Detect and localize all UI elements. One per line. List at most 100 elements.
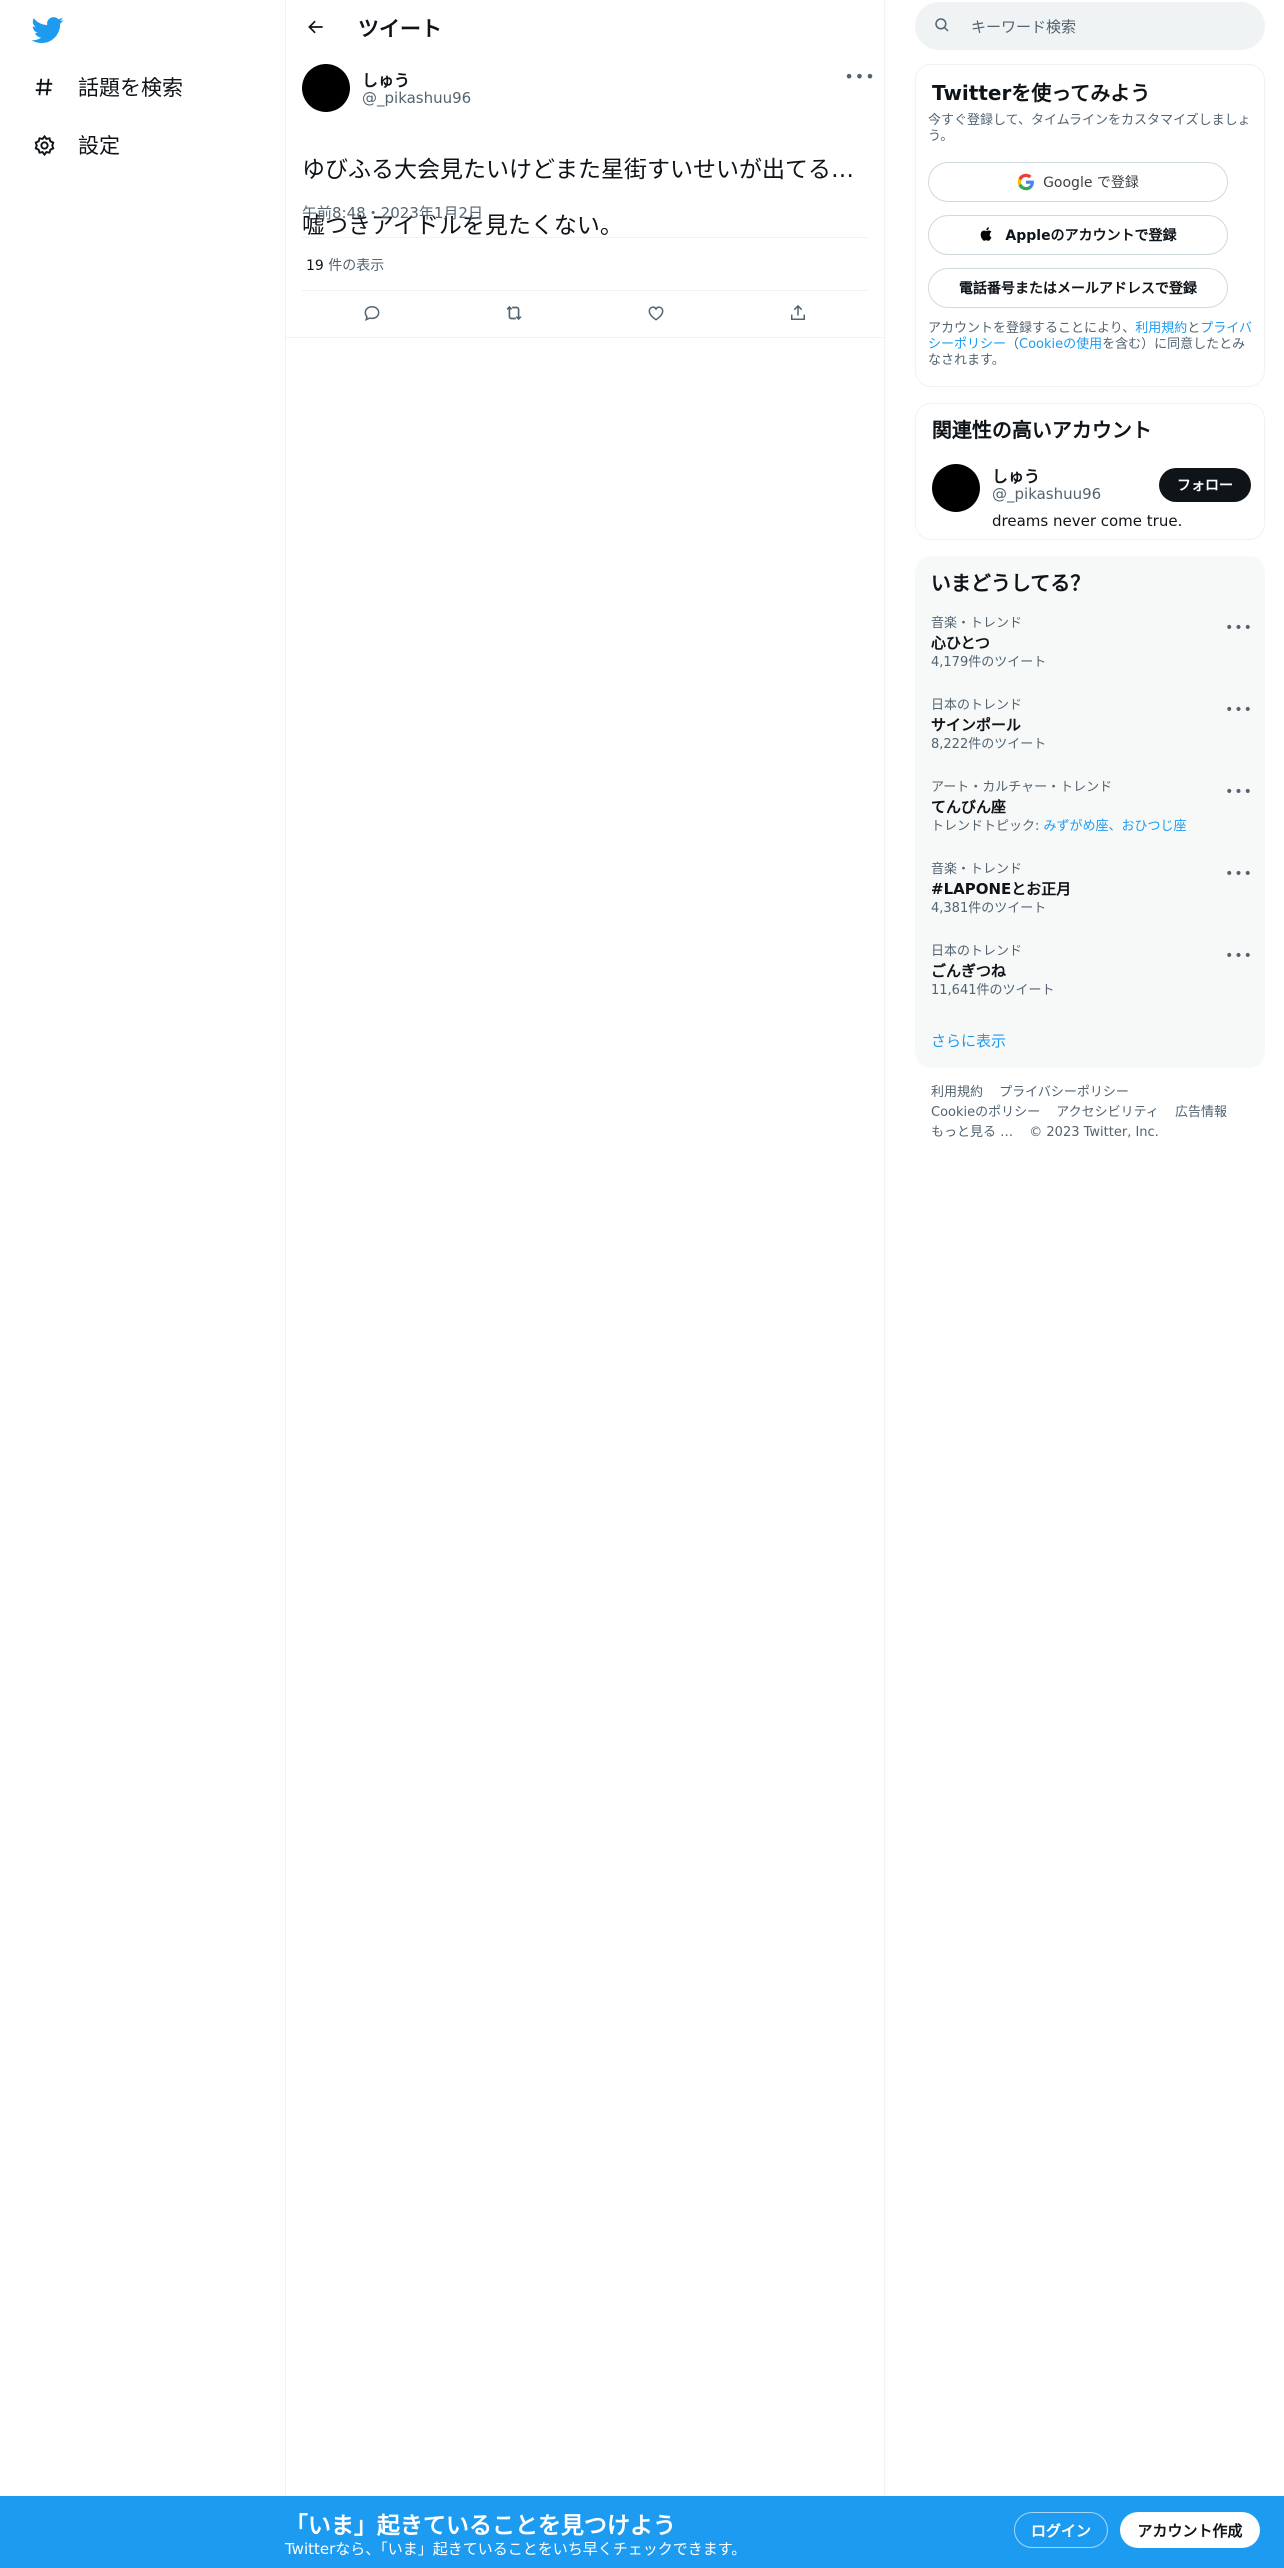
trend-context: 音楽・トレンド	[931, 616, 1023, 631]
trend-item[interactable]: 音楽・トレンド #LAPONEとお正月 4,381件のツイート	[931, 862, 1251, 918]
more-options-icon[interactable]: •••	[844, 64, 874, 88]
apple-signup-button[interactable]: Appleのアカウントで登録	[928, 215, 1228, 255]
trend-name: ごんぎつね	[931, 962, 1007, 980]
apple-icon	[979, 226, 997, 244]
follow-button[interactable]: フォロー	[1159, 468, 1251, 502]
phone-email-signup-label: 電話番号またはメールアドレスで登録	[959, 281, 1197, 297]
search-placeholder: キーワード検索	[971, 17, 1077, 36]
author-name[interactable]: しゅう	[362, 67, 410, 91]
trend-item[interactable]: 音楽・トレンド 心ひとつ 4,179件のツイート	[931, 616, 1251, 672]
footer-link[interactable]: 広告情報	[1175, 1105, 1227, 1120]
trend-name: 心ひとつ	[931, 634, 990, 652]
author-avatar[interactable]	[302, 64, 350, 112]
terms-link[interactable]: 利用規約	[1135, 321, 1187, 336]
tweet-text-line: ゆびふる大会見たいけどまた星街すいせいが出てる…	[302, 157, 854, 183]
signup-card: Twitterを使ってみよう 今すぐ登録して、タイムラインをカスタマイズしましょ…	[915, 64, 1265, 387]
hashtag-icon	[32, 75, 56, 99]
trend-topics-link[interactable]: みずがめ座、おひつじ座	[1044, 819, 1187, 834]
create-account-button[interactable]: アカウント作成	[1120, 2512, 1260, 2548]
trend-count: 11,641件のツイート	[931, 983, 1055, 998]
nav-settings[interactable]: 設定	[32, 125, 120, 165]
footer-link[interactable]: もっと見る …	[931, 1125, 1013, 1140]
trend-context: 日本のトレンド	[931, 944, 1023, 959]
tweet-timestamp[interactable]: 午前8:48・2023年1月2日	[302, 202, 483, 223]
avatar[interactable]	[932, 464, 980, 512]
copyright: © 2023 Twitter, Inc.	[1029, 1125, 1159, 1140]
footer: 利用規約 プライバシーポリシー Cookieのポリシー アクセシビリティ 広告情…	[931, 1083, 1261, 1143]
more-options-icon[interactable]: •••	[1225, 948, 1252, 964]
banner-subtitle: Twitterなら、「いま」起きていることをいち早くチェックできます。	[285, 2540, 747, 2558]
trends-card-title: いまどうしてる？	[931, 571, 1091, 595]
view-count-label: 件の表示	[323, 258, 385, 274]
footer-link[interactable]: Cookieのポリシー	[931, 1105, 1040, 1120]
trend-context: 日本のトレンド	[931, 698, 1023, 713]
banner-title: 「いま」起きていることを見つけよう	[285, 2513, 676, 2539]
author-handle[interactable]: @_pikashuu96	[362, 89, 471, 107]
trend-name: サインポール	[931, 716, 1022, 734]
left-sidebar: 話題を検索 設定	[0, 0, 286, 2568]
search-input[interactable]: キーワード検索	[915, 2, 1265, 50]
footer-link[interactable]: プライバシーポリシー	[999, 1085, 1129, 1100]
trend-item[interactable]: アート・カルチャー・トレンド てんびん座 トレンドトピック: みずがめ座、おひつ…	[931, 780, 1251, 836]
related-account-bio: dreams never come true.	[992, 512, 1183, 530]
signup-card-subtitle: 今すぐ登録して、タイムラインをカスタマイズしましょう。	[928, 113, 1251, 144]
related-account-handle[interactable]: @_pikashuu96	[992, 485, 1101, 503]
more-options-icon[interactable]: •••	[1225, 866, 1252, 882]
related-account-name[interactable]: しゅう	[992, 463, 1040, 487]
tweet-text: ゆびふる大会見たいけどまた星街すいせいが出てる… 嘘つきアイドルを見たくない。	[302, 128, 868, 268]
google-signup-button[interactable]: Google で登録	[928, 162, 1228, 202]
trend-context: アート・カルチャー・トレンド	[931, 780, 1113, 795]
trends-card: いまどうしてる？ 音楽・トレンド 心ひとつ 4,179件のツイート ••• 日本…	[915, 556, 1265, 1068]
tweet-actions	[302, 296, 868, 330]
trend-item[interactable]: 日本のトレンド サインポール 8,222件のツイート	[931, 698, 1251, 754]
login-button[interactable]: ログイン	[1014, 2512, 1108, 2548]
trend-name: #LAPONEとお正月	[931, 880, 1072, 898]
page: 話題を検索 設定 ツイート しゅう @_pikashuu96 ••• ゆびふる大…	[0, 0, 1284, 2568]
google-signup-label: Google で登録	[1043, 175, 1139, 191]
related-card-title: 関連性の高いアカウント	[932, 418, 1152, 442]
view-count-number: 19	[306, 258, 324, 274]
signup-banner: 「いま」起きていることを見つけよう Twitterなら、「いま」起きていることを…	[0, 2496, 1284, 2568]
nav-explore-label: 話題を検索	[78, 76, 183, 100]
divider	[286, 337, 884, 338]
share-icon[interactable]	[785, 300, 811, 326]
divider	[302, 237, 868, 238]
signup-terms: アカウントを登録することにより、利用規約とプライバシーポリシー（Cookieの使…	[928, 321, 1254, 369]
more-options-icon[interactable]: •••	[1225, 620, 1252, 636]
trend-topics-label: トレンドトピック:	[931, 819, 1044, 834]
trend-count: 4,179件のツイート	[931, 655, 1047, 670]
cookie-link[interactable]: Cookieの使用	[1019, 337, 1102, 352]
phone-email-signup-button[interactable]: 電話番号またはメールアドレスで登録	[928, 268, 1228, 308]
retweet-icon[interactable]	[501, 300, 527, 326]
like-icon[interactable]	[643, 300, 669, 326]
view-count: 19 件の表示	[306, 255, 384, 275]
show-more-link[interactable]: さらに表示	[931, 1030, 1006, 1051]
more-options-icon[interactable]: •••	[1225, 784, 1252, 800]
trend-topics: トレンドトピック: みずがめ座、おひつじ座	[931, 818, 1251, 836]
footer-link[interactable]: アクセシビリティ	[1056, 1105, 1159, 1120]
google-icon	[1017, 173, 1035, 191]
terms-text: （	[1006, 337, 1020, 352]
nav-explore[interactable]: 話題を検索	[32, 67, 183, 107]
reply-icon[interactable]	[359, 300, 385, 326]
more-options-icon[interactable]: •••	[1225, 702, 1252, 718]
search-icon	[933, 16, 953, 36]
gear-icon	[32, 133, 56, 157]
signup-card-title: Twitterを使ってみよう	[932, 81, 1151, 105]
page-title: ツイート	[358, 17, 442, 41]
divider	[302, 290, 868, 291]
trend-item[interactable]: 日本のトレンド ごんぎつね 11,641件のツイート	[931, 944, 1251, 1000]
footer-link[interactable]: 利用規約	[931, 1085, 983, 1100]
related-accounts-card: 関連性の高いアカウント しゅう @_pikashuu96 dreams neve…	[915, 403, 1265, 540]
twitter-bird-icon[interactable]	[31, 14, 64, 46]
main-column: ツイート しゅう @_pikashuu96 ••• ゆびふる大会見たいけどまた星…	[286, 0, 885, 2568]
nav-settings-label: 設定	[78, 134, 120, 158]
trend-count: 8,222件のツイート	[931, 737, 1047, 752]
terms-text: と	[1187, 321, 1201, 336]
trend-name: てんびん座	[931, 798, 1007, 816]
apple-signup-label: Appleのアカウントで登録	[1005, 228, 1177, 244]
trend-context: 音楽・トレンド	[931, 862, 1023, 877]
trend-count: 4,381件のツイート	[931, 901, 1047, 916]
terms-text: アカウントを登録することにより、	[928, 321, 1136, 336]
back-arrow-icon[interactable]	[300, 11, 332, 43]
